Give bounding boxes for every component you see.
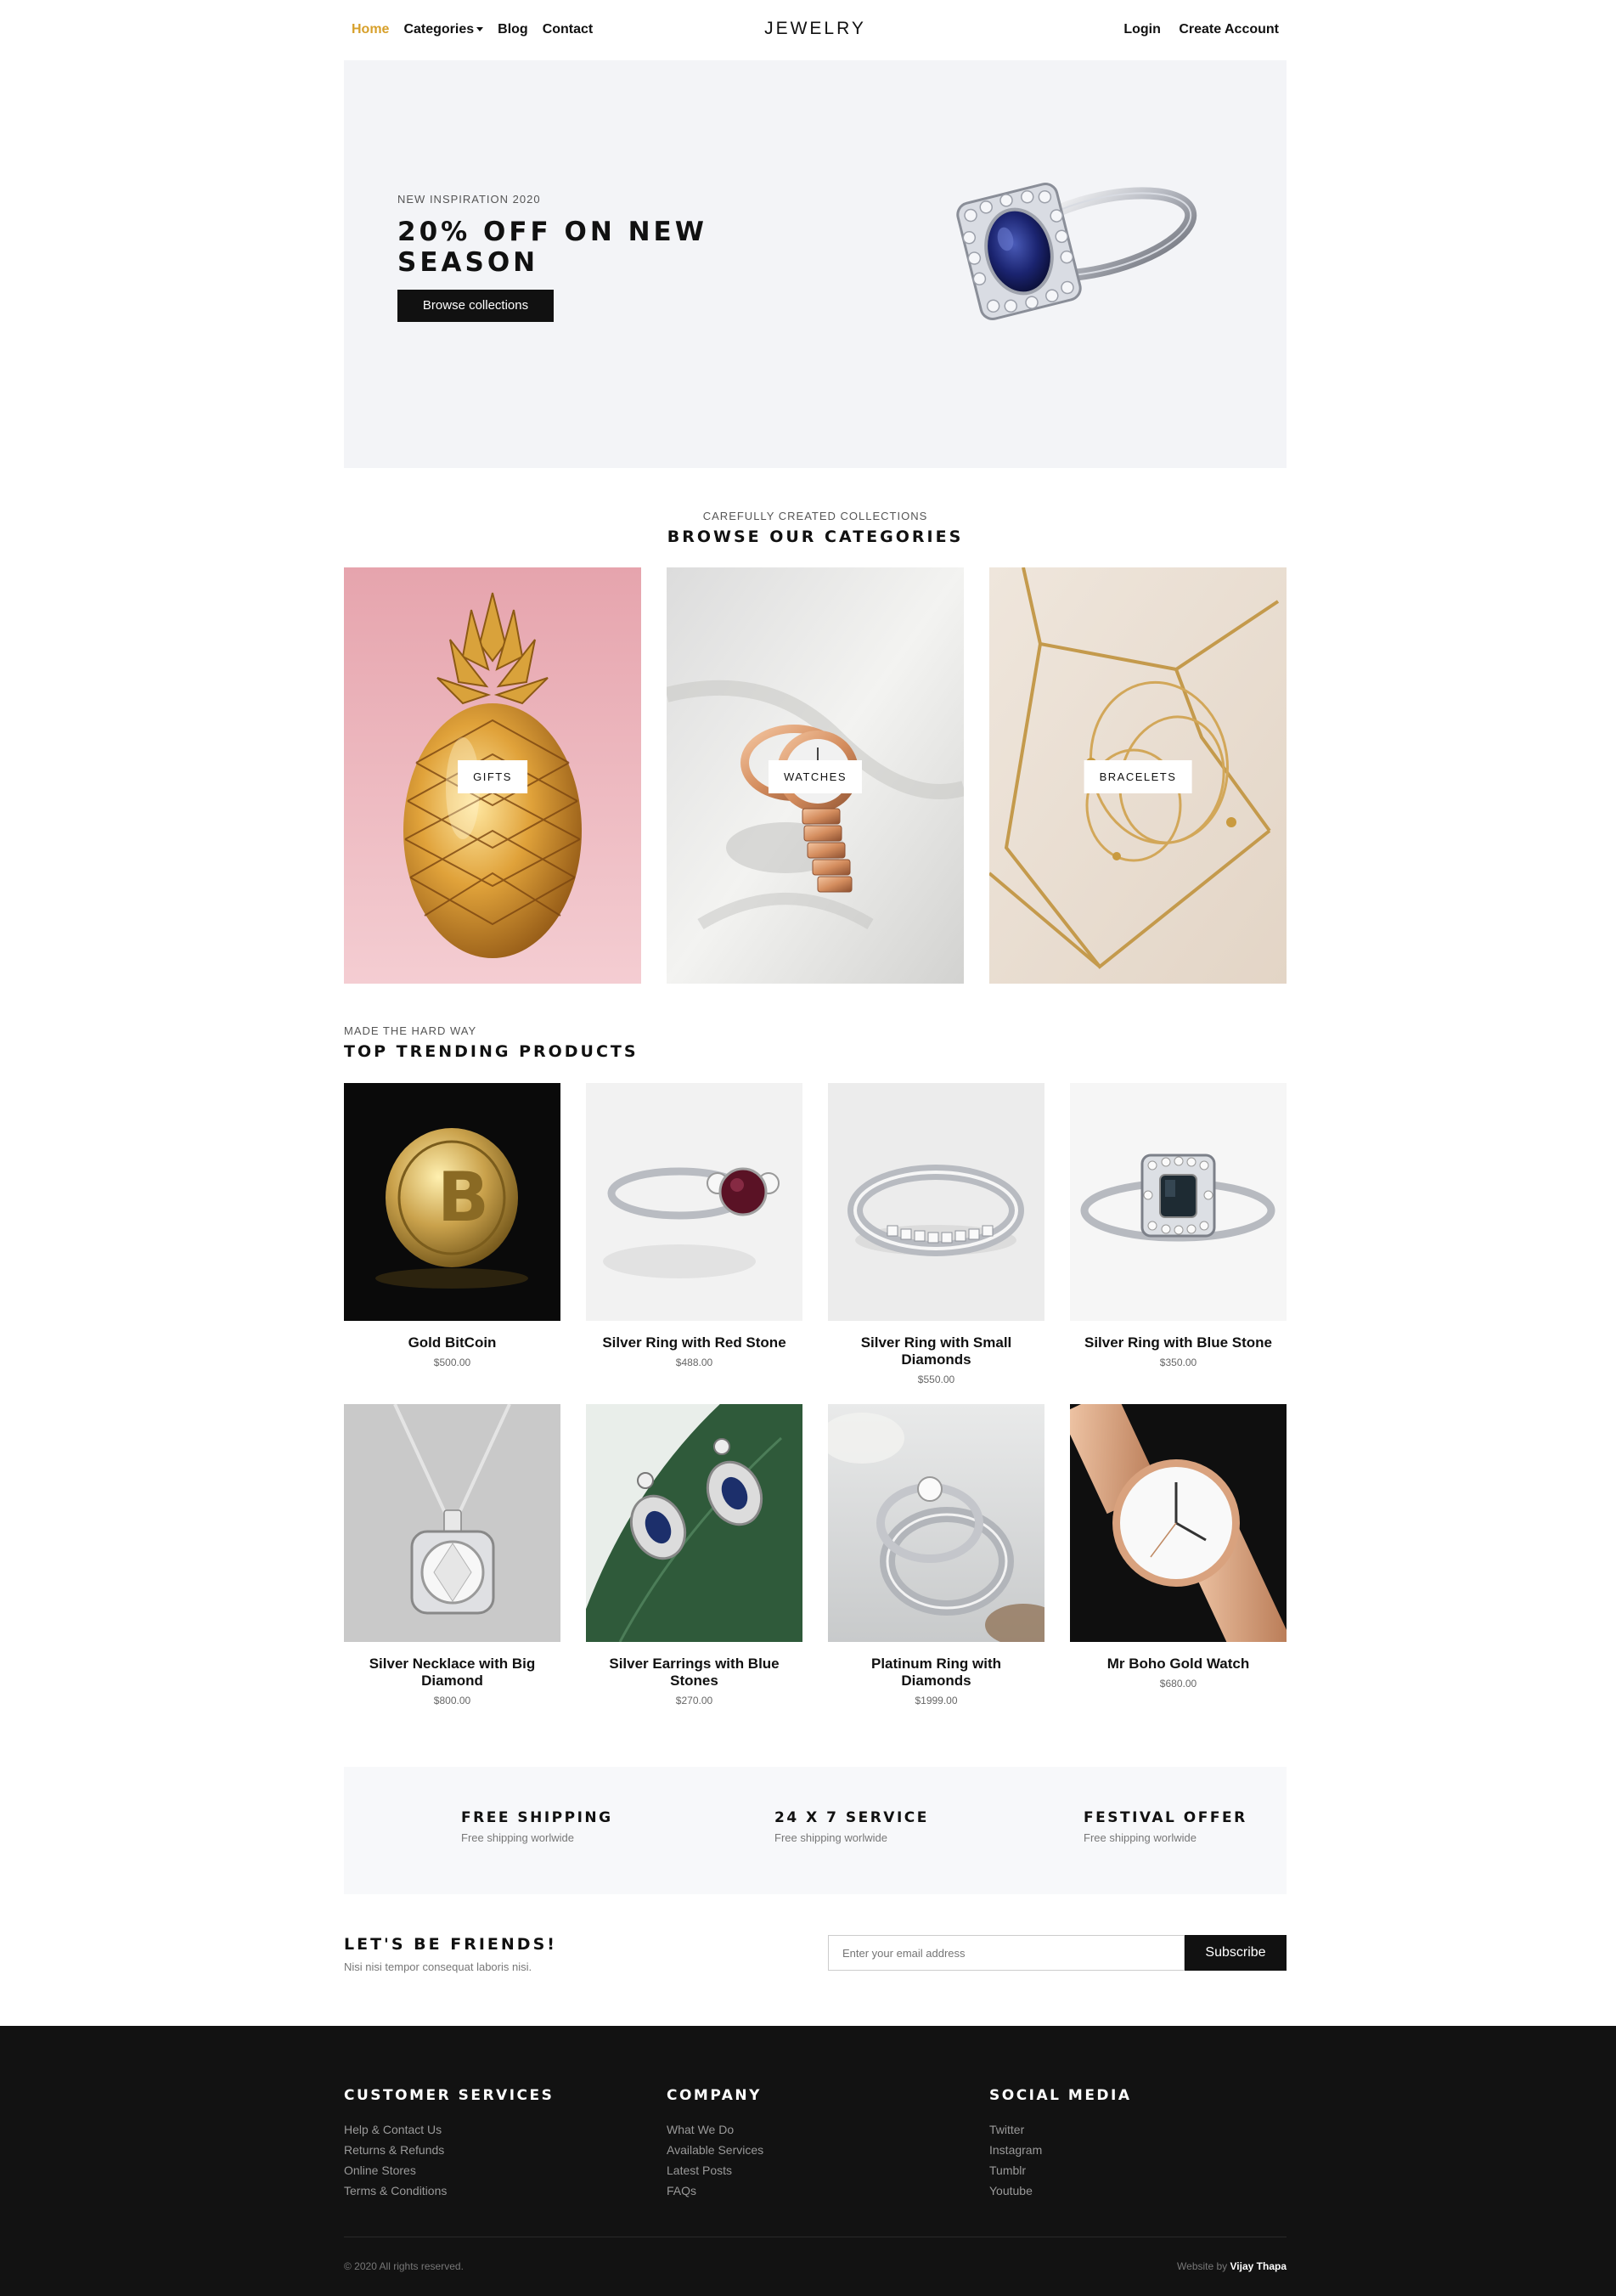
footer-link[interactable]: Terms & Conditions [344, 2180, 554, 2201]
features-strip: FREE SHIPPING Free shipping worlwide 24 … [344, 1767, 1287, 1894]
website-credit: Website by Vijay Thapa [1177, 2260, 1287, 2272]
product-card[interactable]: Silver Ring with Blue Stone $350.00 [1070, 1083, 1287, 1368]
feature-festival-offer: FESTIVAL OFFER Free shipping worlwide [1084, 1809, 1247, 1844]
feature-desc: Free shipping worlwide [774, 1831, 887, 1844]
hero-banner: NEW INSPIRATION 2020 20% OFF ON NEW SEAS… [344, 60, 1287, 468]
footer-link[interactable]: Twitter [989, 2119, 1132, 2140]
product-card[interactable]: Platinum Ring with Diamonds $1999.00 [828, 1404, 1044, 1706]
create-account-link[interactable]: Create Account [1179, 22, 1279, 37]
footer-link[interactable]: What We Do [667, 2119, 763, 2140]
feature-desc: Free shipping worlwide [1084, 1831, 1197, 1844]
feature-desc: Free shipping worlwide [461, 1831, 574, 1844]
product-image-platinum-ring [828, 1404, 1044, 1642]
product-image-silver-ring-small-diamonds [828, 1083, 1044, 1321]
product-image-silver-necklace [344, 1404, 560, 1642]
product-name: Silver Ring with Small Diamonds [860, 1334, 1012, 1368]
product-card[interactable]: Mr Boho Gold Watch $680.00 [1070, 1404, 1287, 1690]
footer-link[interactable]: Help & Contact Us [344, 2119, 554, 2140]
footer-link[interactable]: FAQs [667, 2180, 763, 2201]
product-card[interactable]: Silver Earrings with Blue Stones $270.00 [586, 1404, 802, 1706]
feature-service: 24 X 7 SERVICE Free shipping worlwide [774, 1809, 929, 1844]
category-card-bracelets[interactable]: BRACELETS [989, 567, 1287, 984]
footer-link[interactable]: Latest Posts [667, 2160, 763, 2180]
product-image-boho-watch [1070, 1404, 1287, 1642]
copyright-text: © 2020 All rights reserved. [344, 2260, 464, 2272]
product-name: Gold BitCoin [408, 1334, 497, 1351]
category-card-watches[interactable]: WATCHES [667, 567, 964, 984]
categories-heading: CAREFULLY CREATED COLLECTIONS BROWSE OUR… [344, 510, 1287, 546]
product-image-silver-earrings [586, 1404, 802, 1642]
categories-subtitle: CAREFULLY CREATED COLLECTIONS [702, 510, 928, 522]
feature-free-shipping: FREE SHIPPING Free shipping worlwide [461, 1809, 613, 1844]
feature-title: FREE SHIPPING [461, 1809, 613, 1826]
product-price: $488.00 [675, 1357, 713, 1368]
product-price: $800.00 [433, 1695, 471, 1706]
products-heading: MADE THE HARD WAY TOP TRENDING PRODUCTS [344, 1024, 639, 1061]
product-name: Silver Ring with Blue Stone [1084, 1334, 1273, 1351]
product-card[interactable]: B Gold BitCoin $500.00 [344, 1083, 560, 1368]
footer-column-title: COMPANY [667, 2087, 762, 2104]
category-card-gifts[interactable]: GIFTS [344, 567, 641, 984]
category-label-gifts: GIFTS [458, 760, 527, 793]
browse-collections-button[interactable]: Browse collections [397, 290, 554, 322]
newsletter-title: LET'S BE FRIENDS! [344, 1935, 557, 1954]
product-image-silver-ring-red [586, 1083, 802, 1321]
footer-column-company: COMPANY What We Do Available Services La… [667, 2087, 763, 2201]
product-price: $1999.00 [915, 1695, 958, 1706]
credit-author-link[interactable]: Vijay Thapa [1230, 2260, 1287, 2272]
newsletter-intro: LET'S BE FRIENDS! Nisi nisi tempor conse… [344, 1935, 557, 1973]
product-name: Mr Boho Gold Watch [1106, 1656, 1250, 1672]
email-input[interactable] [828, 1935, 1185, 1971]
site-footer: CUSTOMER SERVICES Help & Contact Us Retu… [0, 2026, 1616, 2296]
footer-link[interactable]: Available Services [667, 2140, 763, 2160]
svg-text:B: B [437, 1158, 489, 1237]
category-label-bracelets: BRACELETS [1084, 760, 1192, 793]
footer-link[interactable]: Instagram [989, 2140, 1132, 2160]
footer-link[interactable]: Online Stores [344, 2160, 554, 2180]
product-price: $680.00 [1159, 1678, 1197, 1690]
product-price: $500.00 [433, 1357, 471, 1368]
footer-link[interactable]: Returns & Refunds [344, 2140, 554, 2160]
footer-link[interactable]: Youtube [989, 2180, 1132, 2201]
categories-title: BROWSE OUR CATEGORIES [667, 527, 964, 546]
product-name: Platinum Ring with Diamonds [871, 1656, 1001, 1689]
account-links: Login Create Account [1109, 22, 1279, 37]
products-title: TOP TRENDING PRODUCTS [344, 1042, 639, 1061]
footer-column-title: CUSTOMER SERVICES [344, 2087, 555, 2104]
credit-prefix: Website by [1177, 2260, 1228, 2272]
footer-link[interactable]: Tumblr [989, 2160, 1132, 2180]
footer-column-social-media: SOCIAL MEDIA Twitter Instagram Tumblr Yo… [989, 2087, 1132, 2201]
product-card[interactable]: Silver Ring with Red Stone $488.00 [586, 1083, 802, 1368]
subscribe-button[interactable]: Subscribe [1185, 1935, 1287, 1971]
product-price: $270.00 [675, 1695, 713, 1706]
product-price: $550.00 [917, 1374, 955, 1385]
top-navbar: Home Categories Blog Contact JEWELRY Log… [344, 0, 1287, 59]
category-label-watches: WATCHES [768, 760, 863, 793]
product-image-silver-ring-blue [1070, 1083, 1287, 1321]
hero-subtitle: NEW INSPIRATION 2020 [397, 193, 541, 206]
brand-logo[interactable]: JEWELRY [764, 19, 866, 38]
footer-column-customer-services: CUSTOMER SERVICES Help & Contact Us Retu… [344, 2087, 554, 2201]
product-name: Silver Ring with Red Stone [602, 1334, 786, 1351]
product-price: $350.00 [1159, 1357, 1197, 1368]
feature-title: 24 X 7 SERVICE [774, 1809, 929, 1826]
hero-ring-image [956, 183, 1197, 320]
products-subtitle: MADE THE HARD WAY [344, 1024, 477, 1037]
footer-column-title: SOCIAL MEDIA [989, 2087, 1132, 2104]
product-name: Silver Necklace with Big Diamond [369, 1656, 536, 1689]
product-image-gold-bitcoin: B [344, 1083, 560, 1321]
login-link[interactable]: Login [1123, 22, 1161, 37]
feature-title: FESTIVAL OFFER [1084, 1809, 1247, 1826]
product-card[interactable]: Silver Necklace with Big Diamond $800.00 [344, 1404, 560, 1706]
newsletter-desc: Nisi nisi tempor consequat laboris nisi. [344, 1960, 532, 1973]
hero-title: 20% OFF ON NEW SEASON [397, 217, 707, 278]
product-card[interactable]: Silver Ring with Small Diamonds $550.00 [828, 1083, 1044, 1385]
product-name: Silver Earrings with Blue Stones [609, 1656, 780, 1689]
